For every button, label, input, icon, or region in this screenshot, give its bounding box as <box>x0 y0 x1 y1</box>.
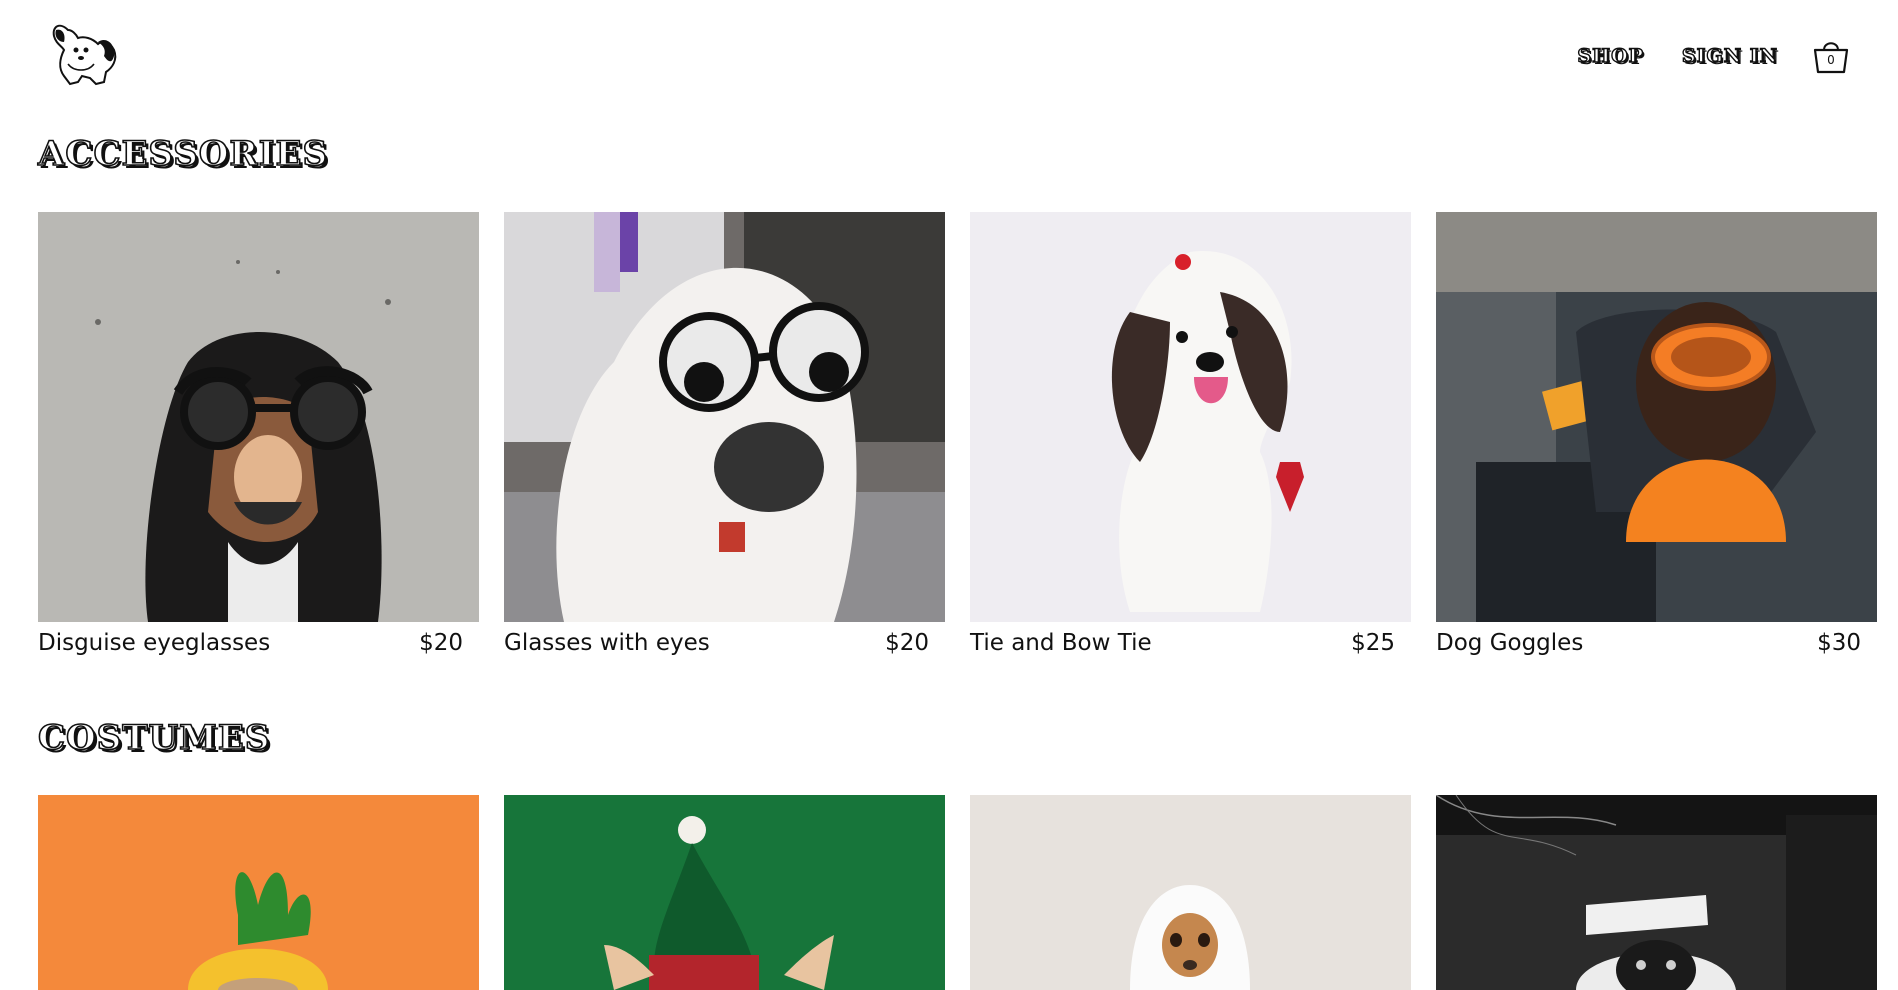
product-card[interactable]: Tie and Bow Tie $25 <box>970 212 1411 656</box>
product-card[interactable] <box>504 795 945 990</box>
product-name[interactable]: Tie and Bow Tie <box>970 630 1152 656</box>
product-card[interactable]: Glasses with eyes $20 <box>504 212 945 656</box>
product-caption: Dog Goggles $30 <box>1436 622 1877 656</box>
section-title-costumes: COSTUMES <box>37 717 271 759</box>
product-grid-costumes <box>38 795 1877 990</box>
site-header: SHOP SIGN IN 0 <box>0 0 1898 120</box>
product-name[interactable]: Dog Goggles <box>1436 630 1583 656</box>
product-image-glasses-with-eyes[interactable] <box>504 212 945 622</box>
product-image-prisoner-costume[interactable] <box>1436 795 1877 990</box>
product-image-ghost-costume[interactable] <box>970 795 1411 990</box>
product-grid-accessories: Disguise eyeglasses $20 Glasses with eye… <box>38 212 1877 656</box>
product-image-dog-goggles[interactable] <box>1436 212 1877 622</box>
main-nav: SHOP SIGN IN 0 <box>1577 38 1850 74</box>
product-caption: Glasses with eyes $20 <box>504 622 945 656</box>
product-image-tie-and-bow-tie[interactable] <box>970 212 1411 622</box>
product-price: $30 <box>1817 630 1861 656</box>
product-card[interactable] <box>38 795 479 990</box>
product-image-elf-costume[interactable] <box>504 795 945 990</box>
product-price: $25 <box>1351 630 1395 656</box>
cart-button[interactable]: 0 <box>1812 38 1850 74</box>
dog-logo-icon[interactable] <box>48 20 120 88</box>
product-card[interactable] <box>1436 795 1877 990</box>
product-price: $20 <box>885 630 929 656</box>
product-caption: Tie and Bow Tie $25 <box>970 622 1411 656</box>
product-card[interactable]: Disguise eyeglasses $20 <box>38 212 479 656</box>
nav-sign-in-link[interactable]: SIGN IN <box>1681 44 1778 67</box>
product-price: $20 <box>419 630 463 656</box>
section-title-accessories: ACCESSORIES <box>37 133 329 175</box>
cart-count-badge: 0 <box>1827 53 1835 67</box>
product-image-pineapple-costume[interactable] <box>38 795 479 990</box>
product-name[interactable]: Glasses with eyes <box>504 630 710 656</box>
product-card[interactable] <box>970 795 1411 990</box>
product-card[interactable]: Dog Goggles $30 <box>1436 212 1877 656</box>
product-image-disguise-eyeglasses[interactable] <box>38 212 479 622</box>
product-caption: Disguise eyeglasses $20 <box>38 622 479 656</box>
nav-shop-link[interactable]: SHOP <box>1577 44 1644 67</box>
product-name[interactable]: Disguise eyeglasses <box>38 630 270 656</box>
